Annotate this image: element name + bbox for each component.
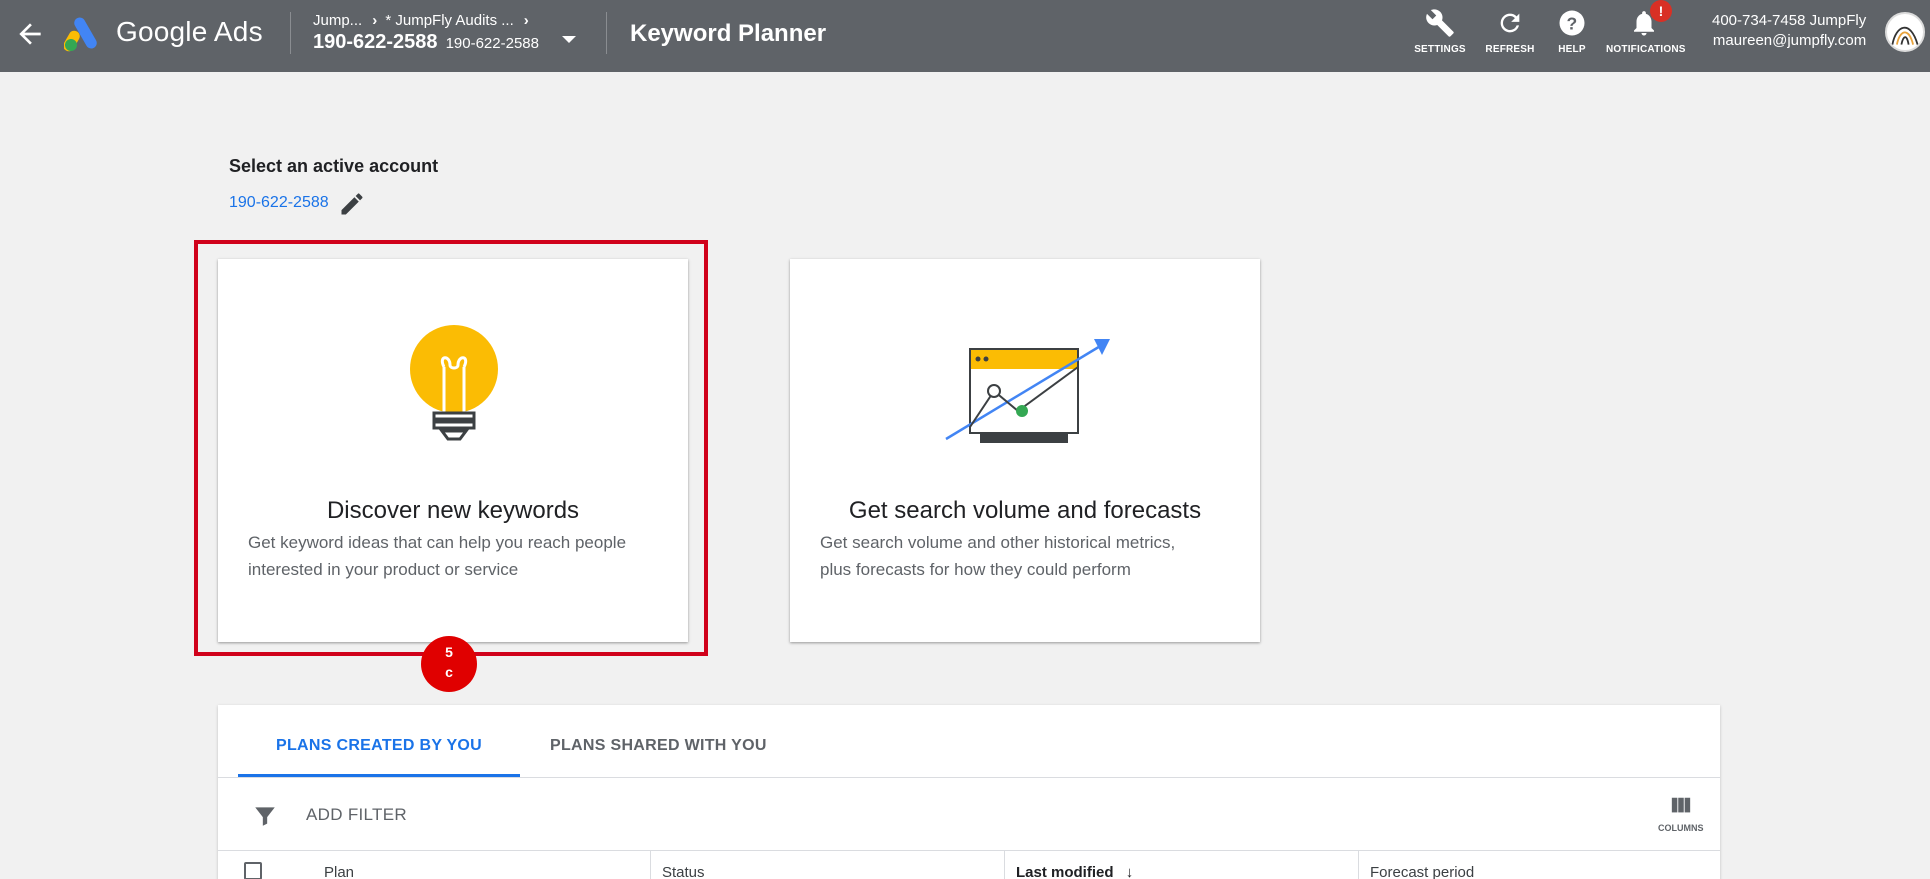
tab-plans-shared-with-you[interactable]: PLANS SHARED WITH YOU xyxy=(550,737,767,755)
column-separator xyxy=(650,850,651,879)
columns-button[interactable]: COLUMNS xyxy=(1658,795,1704,833)
forecast-chart-icon xyxy=(945,339,1110,443)
search-volume-forecasts-card[interactable]: Get search volume and forecasts Get sear… xyxy=(790,259,1260,642)
plans-panel: PLANS CREATED BY YOU PLANS SHARED WITH Y… xyxy=(218,705,1720,879)
account-email: maureen@jumpfly.com xyxy=(1712,32,1867,49)
breadcrumb-account-id[interactable]: 190-622-2588 xyxy=(313,31,438,53)
refresh-icon xyxy=(1500,13,1520,33)
tab-plans-created-by-you[interactable]: PLANS CREATED BY YOU xyxy=(276,737,482,755)
avatar[interactable] xyxy=(1885,12,1925,52)
chevron-right-icon: › xyxy=(372,12,378,29)
filter-icon[interactable] xyxy=(252,803,278,829)
column-separator xyxy=(1004,850,1005,879)
add-filter-button[interactable]: ADD FILTER xyxy=(306,805,407,825)
sort-arrow-icon: ↓ xyxy=(1125,864,1134,879)
table-header-row: Plan Status Last modified ↓ Forecast per… xyxy=(218,850,1720,879)
column-header-plan[interactable]: Plan xyxy=(324,864,354,879)
breadcrumb[interactable]: Jump... › * JumpFly Audits ... › 190-622-2… xyxy=(313,12,539,54)
brand-name: Google Ads xyxy=(116,16,263,47)
notifications-button[interactable]: ! NOTIFICATIONS xyxy=(1606,0,1685,55)
avatar-logo-icon xyxy=(1891,26,1919,45)
card-description: Get search volume and other historical m… xyxy=(820,533,1176,579)
divider xyxy=(218,777,1720,778)
help-button[interactable]: ? HELP xyxy=(1552,8,1592,55)
column-separator xyxy=(1358,850,1359,879)
account-dropdown-icon[interactable] xyxy=(562,36,576,43)
notification-badge: ! xyxy=(1650,0,1672,22)
settings-button[interactable]: SETTINGS xyxy=(1410,8,1470,55)
help-icon: ? xyxy=(1559,10,1585,36)
highlight-box xyxy=(194,240,708,656)
svg-text:?: ? xyxy=(1567,13,1578,33)
back-arrow-icon[interactable] xyxy=(14,18,46,50)
select-account-label: Select an active account xyxy=(229,156,439,176)
breadcrumb-account-sub: 190-622-2588 xyxy=(445,35,539,52)
account-info[interactable]: 400-734-7458 JumpFly maureen@jumpfly.com xyxy=(1712,11,1866,51)
top-bar: Google Ads Jump... › * JumpFly Audits ...… xyxy=(0,0,1930,72)
refresh-button[interactable]: REFRESH xyxy=(1482,8,1538,55)
google-ads-logo-icon[interactable] xyxy=(64,16,102,52)
column-header-last-modified[interactable]: Last modified ↓ xyxy=(1016,864,1133,879)
step-badge: 5 c xyxy=(421,636,477,692)
wrench-icon xyxy=(1426,9,1454,37)
header-divider xyxy=(606,12,607,54)
column-header-status[interactable]: Status xyxy=(662,864,705,879)
select-all-checkbox[interactable] xyxy=(244,862,262,879)
breadcrumb-item-account[interactable]: * JumpFly Audits ... xyxy=(385,12,513,29)
card-title: Get search volume and forecasts xyxy=(848,497,1202,524)
columns-icon xyxy=(1671,797,1690,813)
page-title: Keyword Planner xyxy=(630,20,827,47)
pencil-icon[interactable] xyxy=(338,190,366,218)
header-divider xyxy=(290,12,291,54)
active-account-link[interactable]: 190-622-2588 xyxy=(229,194,329,212)
chevron-right-icon: › xyxy=(523,12,529,29)
account-name: 400-734-7458 JumpFly xyxy=(1712,12,1867,29)
column-header-forecast-period[interactable]: Forecast period xyxy=(1370,864,1474,879)
breadcrumb-item-manager[interactable]: Jump... xyxy=(313,12,362,29)
